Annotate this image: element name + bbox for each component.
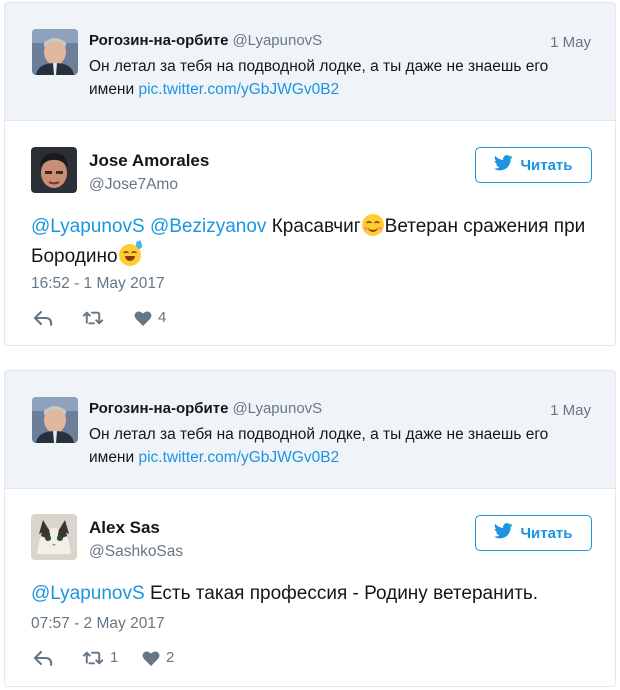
follow-button-label: Читать (520, 156, 573, 174)
twitter-bird-icon (494, 155, 514, 175)
quoted-author-handle[interactable]: @LyapunovS (232, 32, 322, 49)
quoted-media-link[interactable]: pic.twitter.com/yGbJWGv0B2 (138, 81, 339, 98)
mention-link[interactable]: @Bezizyanov (150, 216, 266, 237)
retweet-icon (82, 650, 104, 666)
retweet-button[interactable] (82, 310, 134, 326)
tweet-actions: 4 (34, 309, 166, 326)
twitter-bird-icon (494, 523, 514, 543)
like-button[interactable]: 4 (134, 309, 166, 326)
mention-link[interactable]: @LyapunovS (31, 583, 145, 604)
quoted-text: Он летал за тебя на подводной лодке, а т… (89, 423, 589, 469)
quoted-date[interactable]: 1 May (550, 402, 591, 419)
retweet-count: 1 (110, 649, 119, 666)
like-button[interactable]: 2 (142, 649, 174, 666)
retweet-icon (82, 310, 104, 326)
tweet-text: @LyapunovS @Bezizyanov Красавчиг Ветеран … (31, 212, 591, 272)
quoted-tweet[interactable]: Рогозин-на-орбите @LyapunovS 1 May Он лет… (5, 371, 615, 489)
reply-button[interactable] (34, 310, 82, 326)
reply-icon (34, 650, 53, 666)
author-handle[interactable]: @SashkoSas (89, 543, 183, 561)
tweet-timestamp[interactable]: 16:52 - 1 May 2017 (31, 275, 165, 293)
quoted-date[interactable]: 1 May (550, 34, 591, 51)
like-count: 4 (158, 309, 167, 326)
tweet-embed-card: Рогозин-на-орбите @LyapunovS 1 May Он лет… (4, 370, 616, 687)
quoted-author-avatar[interactable] (32, 397, 78, 443)
quoted-header: Рогозин-на-орбите @LyapunovS (89, 400, 322, 417)
author-avatar[interactable] (31, 147, 77, 193)
heart-icon (142, 650, 160, 666)
author-avatar[interactable] (31, 514, 77, 560)
retweet-button[interactable]: 1 (82, 649, 142, 666)
quoted-text: Он летал за тебя на подводной лодке, а т… (89, 55, 589, 101)
quoted-author-name[interactable]: Рогозин-на-орбите (89, 400, 228, 417)
quoted-tweet[interactable]: Рогозин-на-орбите @LyapunovS 1 May Он лет… (5, 3, 615, 121)
reply-icon (34, 310, 53, 326)
author-handle[interactable]: @Jose7Amo (89, 176, 178, 194)
tweet-text: @LyapunovS Есть такая профессия - Родину… (31, 579, 591, 609)
like-count: 2 (166, 649, 175, 666)
author-name[interactable]: Alex Sas (89, 518, 160, 538)
reply-button[interactable] (34, 650, 82, 666)
follow-button[interactable]: Читать (475, 515, 592, 551)
tweet-actions: 1 2 (34, 649, 174, 666)
quoted-media-link[interactable]: pic.twitter.com/yGbJWGv0B2 (138, 449, 339, 466)
mention-link[interactable]: @LyapunovS (31, 216, 145, 237)
follow-button[interactable]: Читать (475, 147, 592, 183)
author-name[interactable]: Jose Amorales (89, 151, 209, 171)
tweet-embed-card: Рогозин-на-орбите @LyapunovS 1 May Он лет… (4, 2, 616, 346)
quoted-author-name[interactable]: Рогозин-на-орбите (89, 32, 228, 49)
smiling-blush-emoji-icon (361, 214, 384, 236)
tweet-text-part: Красавчиг (271, 216, 361, 237)
quoted-author-handle[interactable]: @LyapunovS (232, 400, 322, 417)
tweet-timestamp[interactable]: 07:57 - 2 May 2017 (31, 615, 165, 633)
quoted-header: Рогозин-на-орбите @LyapunovS (89, 32, 322, 49)
quoted-author-avatar[interactable] (32, 29, 78, 75)
tweet-text-part: Есть такая профессия - Родину ветеранить… (149, 583, 539, 604)
grinning-sweat-emoji-icon (118, 240, 143, 266)
follow-button-label: Читать (520, 524, 573, 542)
heart-icon (134, 310, 152, 326)
